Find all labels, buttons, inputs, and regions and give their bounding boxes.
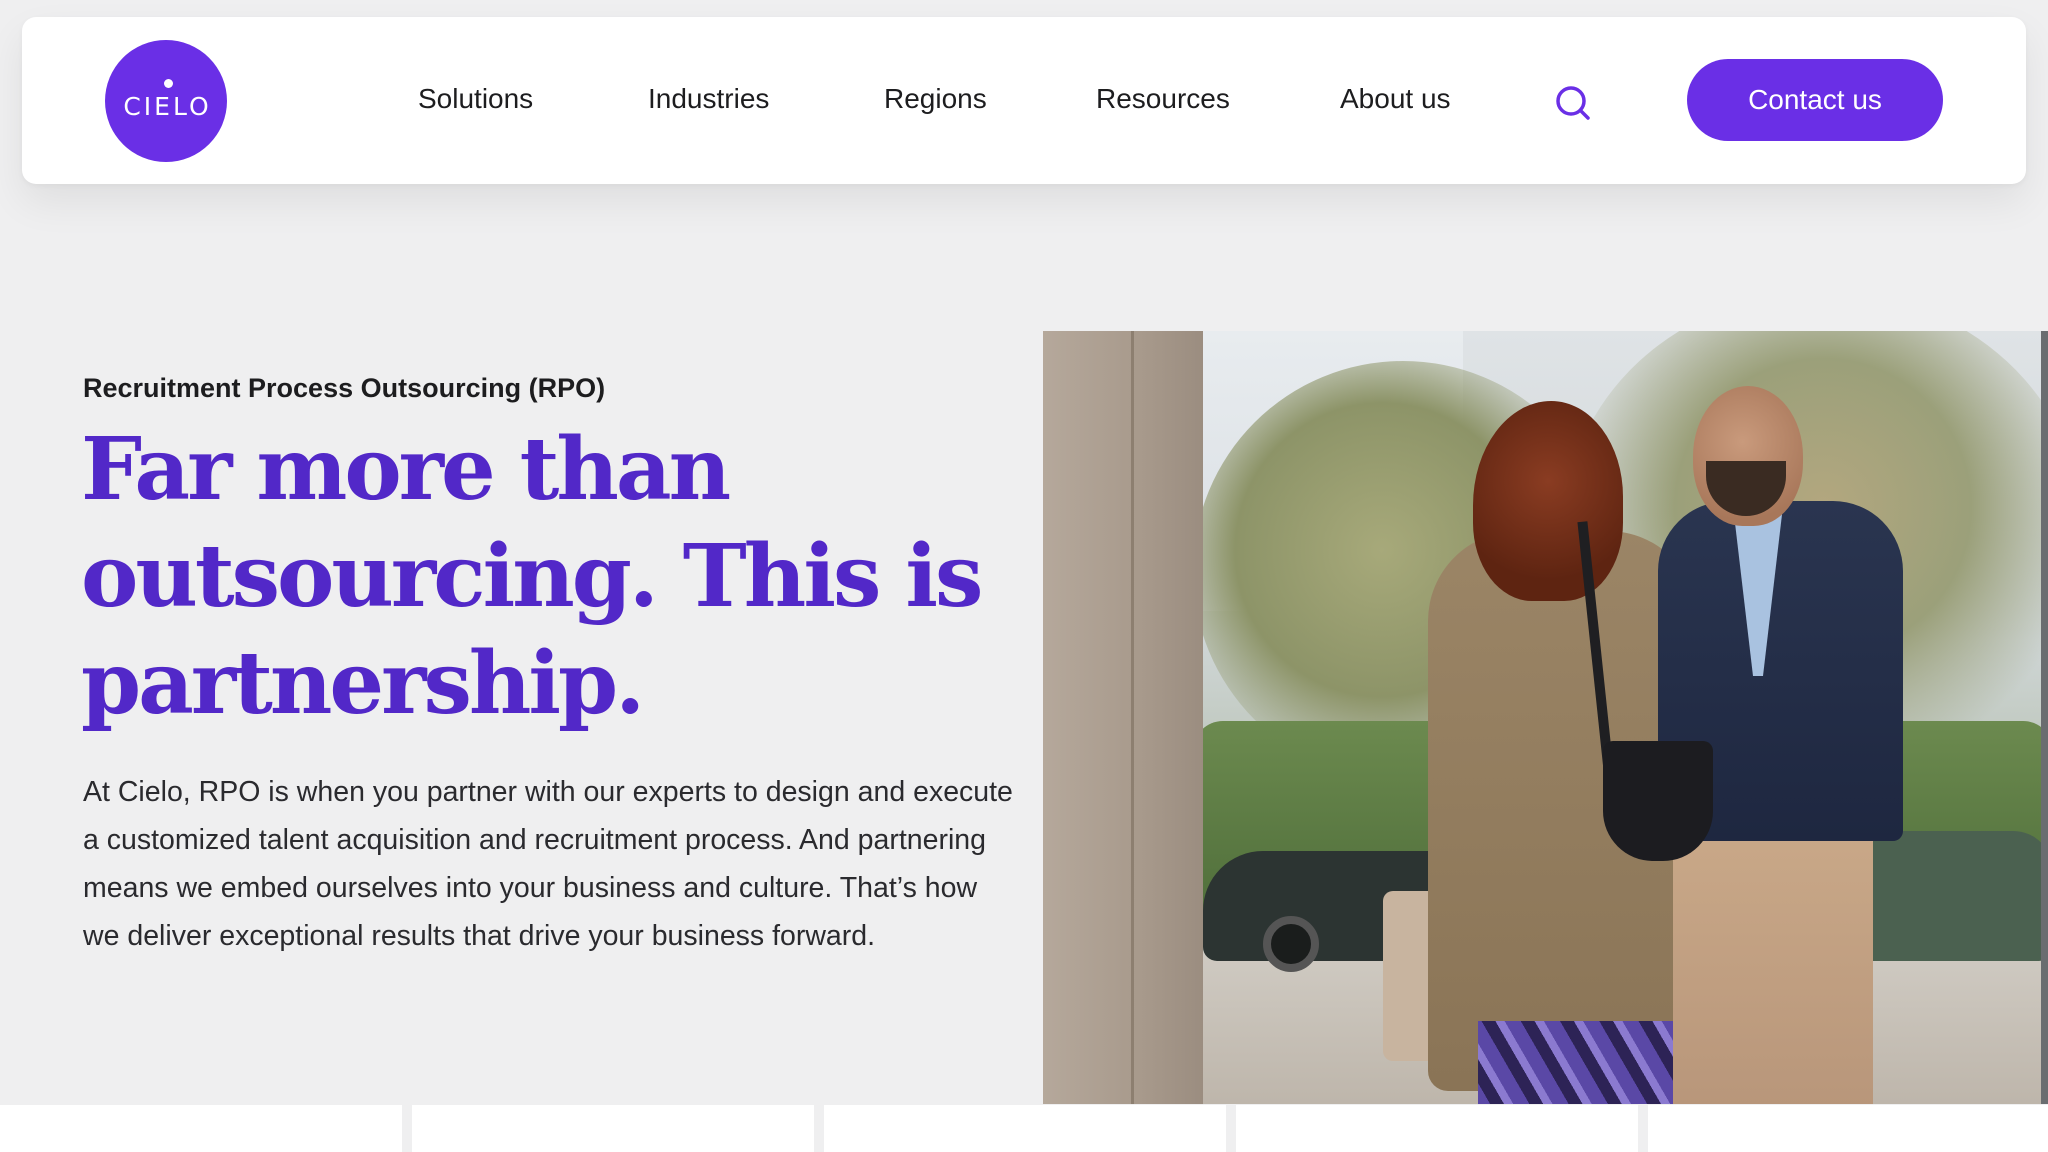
feature-card[interactable] (0, 1105, 402, 1152)
contact-us-button[interactable]: Contact us (1687, 59, 1943, 141)
hero-body: At Cielo, RPO is when you partner with o… (83, 776, 1013, 952)
nav-about-us[interactable]: About us (1340, 79, 1451, 119)
cielo-logo[interactable]: CIELO (105, 40, 227, 162)
nav-solutions[interactable]: Solutions (418, 79, 533, 119)
man-trousers (1673, 831, 1873, 1104)
feature-card[interactable] (412, 1105, 814, 1152)
feature-card[interactable] (824, 1105, 1226, 1152)
feature-card[interactable] (1648, 1105, 2048, 1152)
woman-skirt (1478, 1021, 1678, 1104)
logo-text: CIELO (123, 91, 212, 121)
hero-headline: Far more than outsourcing. This is partn… (81, 419, 983, 734)
nav-resources[interactable]: Resources (1096, 79, 1230, 119)
feature-card[interactable] (1236, 1105, 1638, 1152)
logo-dot (164, 79, 173, 88)
shoulder-bag (1603, 741, 1713, 861)
hero-eyebrow: Recruitment Process Outsourcing (RPO) (83, 373, 606, 403)
image-edge (2041, 331, 2048, 1104)
hero-photo (1043, 331, 2048, 1104)
nav-regions[interactable]: Regions (884, 79, 987, 119)
woman-hair (1473, 401, 1623, 601)
nav-industries[interactable]: Industries (648, 79, 769, 119)
search-icon[interactable] (1554, 84, 1594, 124)
pillar-seam (1131, 331, 1134, 1104)
car-wheel (1263, 916, 1319, 972)
concrete-pillar (1043, 331, 1203, 1104)
site-header: CIELO Solutions Industries Regions Resou… (22, 17, 2026, 184)
